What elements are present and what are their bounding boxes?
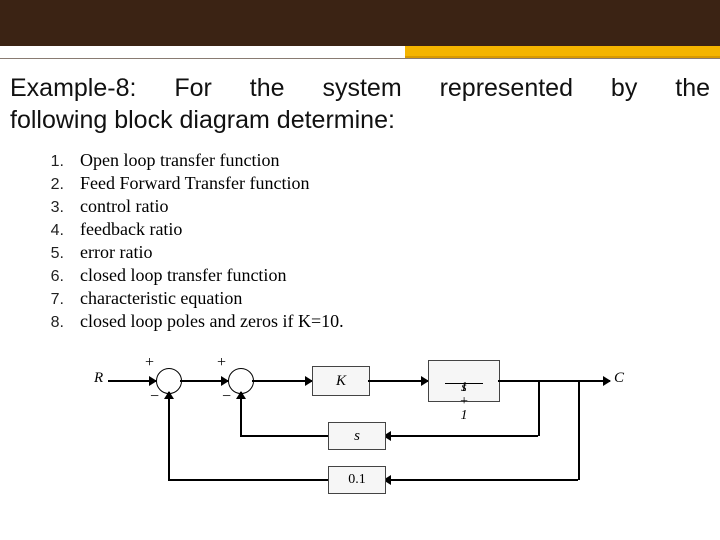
list-number: 7. [34,291,64,309]
feedback-block: 0.1 [328,466,386,494]
list-item: 3. control ratio [34,196,344,217]
list-text: Open loop transfer function [80,150,279,171]
divider-line [0,58,720,59]
title-line-2: following block diagram determine: [10,104,710,136]
signal-line [168,479,328,481]
signal-line [498,380,610,382]
feedback-label: s [354,428,360,445]
signal-line [180,380,228,382]
signal-line [538,380,540,436]
list-text: control ratio [80,196,168,217]
list-item: 2. Feed Forward Transfer function [34,173,344,194]
signal-line [384,435,538,437]
list-number: 8. [34,314,64,332]
list-item: 5. error ratio [34,242,344,263]
list-item: 7. characteristic equation [34,288,344,309]
signal-line [384,479,578,481]
gain-label: K [336,373,346,390]
list-item: 4. feedback ratio [34,219,344,240]
list-number: 4. [34,222,64,240]
list-number: 5. [34,245,64,263]
list-text: error ratio [80,242,152,263]
sum-plus: + [217,354,226,372]
list-text: Feed Forward Transfer function [80,173,309,194]
transfer-block: 1 s + 1 [428,360,500,402]
list-text: closed loop poles and zeros if K=10. [80,311,344,332]
signal-line [578,380,580,480]
list-text: characteristic equation [80,288,242,309]
list-number: 2. [34,176,64,194]
question-list: 1. Open loop transfer function 2. Feed For… [34,150,344,334]
gain-block: K [312,366,370,396]
accent-bar [405,46,720,58]
sum-plus: + [145,354,154,372]
list-number: 1. [34,153,64,171]
title-line-1: Example-8: For the system represented by… [10,74,710,102]
sum-minus: − [150,388,159,406]
list-text: closed loop transfer function [80,265,286,286]
header-band [0,0,720,46]
feedback-block: s [328,422,386,450]
feedback-label: 0.1 [348,472,366,488]
denominator: s + 1 [459,381,468,423]
signal-line [240,435,328,437]
list-item: 6. closed loop transfer function [34,265,344,286]
signal-line [252,380,312,382]
signal-line [368,380,428,382]
list-text: feedback ratio [80,219,182,240]
block-diagram: R + − + − K 1 s + 1 C s 0.1 [90,358,630,518]
list-number: 6. [34,268,64,286]
signal-line [240,392,242,436]
input-label: R [94,370,103,387]
slide-title: Example-8: For the system represented by… [10,72,710,136]
list-number: 3. [34,199,64,217]
output-label: C [614,370,624,387]
sum-minus: − [222,388,231,406]
list-item: 8. closed loop poles and zeros if K=10. [34,311,344,332]
signal-line [168,392,170,480]
list-item: 1. Open loop transfer function [34,150,344,171]
signal-line [108,380,156,382]
